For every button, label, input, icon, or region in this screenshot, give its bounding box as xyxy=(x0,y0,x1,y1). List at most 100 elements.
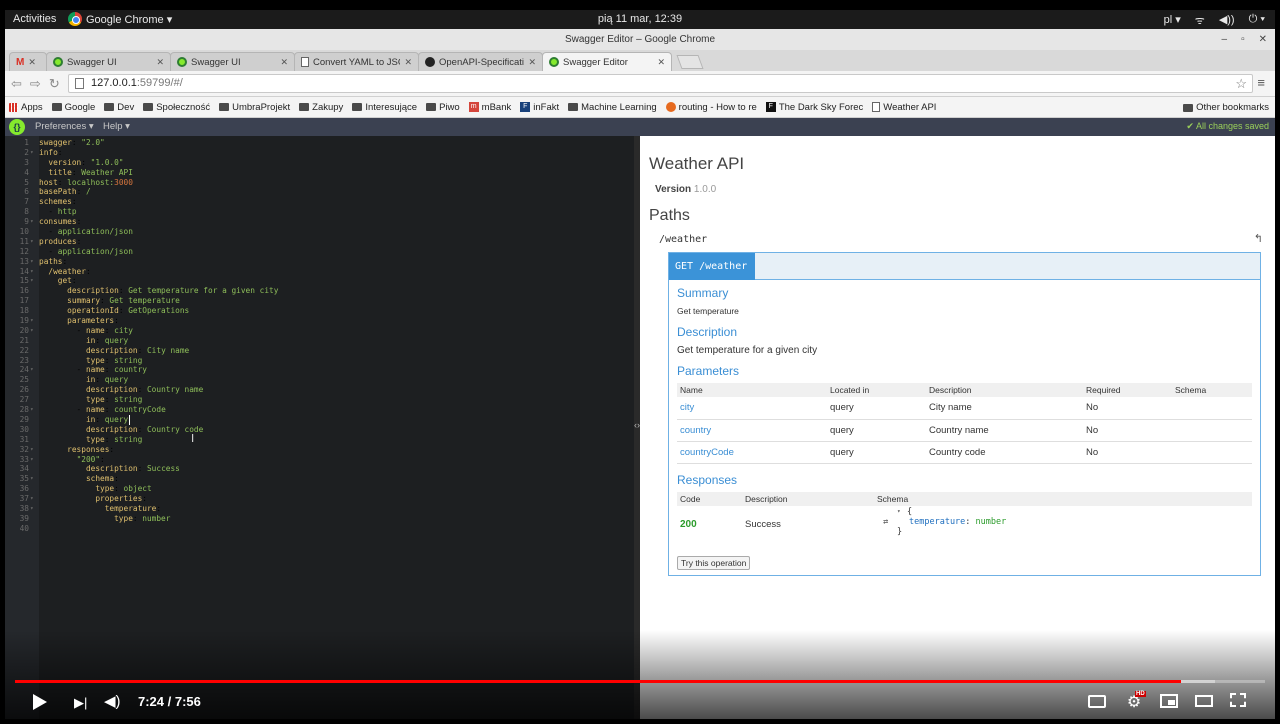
miniplayer-icon[interactable] xyxy=(1160,694,1178,708)
minimize-button[interactable]: – xyxy=(1222,29,1228,50)
editor-line[interactable]: 33 ▾ "200": xyxy=(5,455,634,465)
fold-toggle-icon[interactable]: ▾ xyxy=(30,217,34,227)
close-tab-icon[interactable]: ✕ xyxy=(657,57,665,68)
help-menu[interactable]: Help ▾ xyxy=(103,121,130,132)
next-icon[interactable]: ▶| xyxy=(74,695,87,711)
activities-button[interactable]: Activities xyxy=(13,13,56,25)
editor-line[interactable]: 16 description: Get temperature for a gi… xyxy=(5,286,634,296)
editor-line[interactable]: 25 in: query xyxy=(5,375,634,385)
editor-line[interactable]: 24 ▾ - name: country xyxy=(5,365,634,375)
editor-line[interactable]: 39 type: number xyxy=(5,514,634,524)
editor-line[interactable]: 2 ▾ info: xyxy=(5,148,634,158)
editor-line[interactable]: 5 host: localhost:3000 xyxy=(5,178,634,188)
editor-line[interactable]: 19 ▾ parameters: xyxy=(5,316,634,326)
editor-line[interactable]: 1 swagger: "2.0" xyxy=(5,138,634,148)
editor-line[interactable]: 36 type: object xyxy=(5,484,634,494)
fold-toggle-icon[interactable]: ▾ xyxy=(30,276,34,286)
editor-line[interactable]: 8 - http xyxy=(5,207,634,217)
get-weather-badge[interactable]: GET /weather xyxy=(669,253,755,280)
operation-header[interactable]: GET /weather xyxy=(669,253,1260,280)
fold-toggle-icon[interactable]: ▾ xyxy=(30,494,34,504)
fold-toggle-icon[interactable]: ▾ xyxy=(30,504,34,514)
close-tab-icon[interactable]: ✕ xyxy=(280,57,288,68)
app-menu[interactable]: Google Chrome ▾ xyxy=(68,12,172,26)
bookmark-routing[interactable]: routing - How to re xyxy=(665,102,757,113)
editor-line[interactable]: 14 ▾ /weather: xyxy=(5,267,634,277)
fold-toggle-icon[interactable]: ▾ xyxy=(30,326,34,336)
editor-line[interactable]: 21 in: query xyxy=(5,336,634,346)
editor-line[interactable]: 6 basePath: / xyxy=(5,187,634,197)
bookmark-interesujace[interactable]: Interesujące xyxy=(352,102,417,113)
editor-line[interactable]: 40 xyxy=(5,524,634,534)
bookmark-dev[interactable]: Dev xyxy=(104,102,134,113)
editor-line[interactable]: 15 ▾ get: xyxy=(5,276,634,286)
editor-line[interactable]: 17 summary: Get temperature xyxy=(5,296,634,306)
url-input[interactable]: 127.0.0.1:59799/#/ xyxy=(68,74,1253,93)
play-icon[interactable] xyxy=(33,694,47,710)
fold-toggle-icon[interactable]: ▾ xyxy=(30,257,34,267)
editor-line[interactable]: 12 - application/json xyxy=(5,247,634,257)
fold-toggle-icon[interactable]: ▾ xyxy=(30,316,34,326)
param-name-link[interactable]: countryCode xyxy=(680,447,734,458)
editor-line[interactable]: 3 version: "1.0.0" xyxy=(5,158,634,168)
bookmark-piwo[interactable]: Piwo xyxy=(426,102,460,113)
editor-line[interactable]: 4 title: Weather API xyxy=(5,168,634,178)
tab-convert-yaml[interactable]: Convert YAML to JSON ✕ xyxy=(294,52,419,71)
editor-line[interactable]: 13 ▾ paths: xyxy=(5,257,634,267)
editor-line[interactable]: 26 description: Country name xyxy=(5,385,634,395)
preferences-menu[interactable]: Preferences ▾ xyxy=(35,121,94,132)
bookmark-spolecznosc[interactable]: Społeczność xyxy=(143,102,210,113)
editor-line[interactable]: 38 ▾ temperature: xyxy=(5,504,634,514)
close-tab-icon[interactable]: ✕ xyxy=(28,57,36,68)
bookmark-dark-sky[interactable]: F The Dark Sky Forec xyxy=(765,102,863,113)
switch-view-icon[interactable]: ⇄ xyxy=(883,518,888,527)
tab-gmail[interactable]: M ✕ xyxy=(9,52,47,71)
fold-toggle-icon[interactable]: ▾ xyxy=(30,148,34,158)
bookmark-weather-api[interactable]: Weather API xyxy=(872,102,936,113)
other-bookmarks[interactable]: Other bookmarks xyxy=(1183,102,1269,113)
fold-toggle-icon[interactable]: ▾ xyxy=(30,267,34,277)
tab-swagger-editor[interactable]: Swagger Editor ✕ xyxy=(542,52,672,71)
param-name-link[interactable]: country xyxy=(680,425,711,436)
editor-line[interactable]: 18 operationId: GetOperations xyxy=(5,306,634,316)
editor-line[interactable]: 10 - application/json xyxy=(5,227,634,237)
fold-toggle-icon[interactable]: ▾ xyxy=(30,405,34,415)
fold-toggle-icon[interactable]: ▾ xyxy=(30,445,34,455)
path-name[interactable]: /weather xyxy=(659,234,707,245)
bookmark-apps[interactable]: Apps xyxy=(9,102,43,113)
close-tab-icon[interactable]: ✕ xyxy=(528,57,536,68)
menu-icon[interactable]: ≡ xyxy=(1257,75,1265,90)
subtitles-icon[interactable] xyxy=(1088,695,1106,708)
reload-icon[interactable]: ↻ xyxy=(49,76,60,92)
forward-icon[interactable]: ⇨ xyxy=(30,76,41,92)
editor-line[interactable]: 32 ▾ responses: xyxy=(5,445,634,455)
editor-line[interactable]: 31 type: string xyxy=(5,435,634,445)
fold-toggle-icon[interactable]: ▾ xyxy=(30,237,34,247)
tab-openapi-spec[interactable]: OpenAPI-Specification/✕ xyxy=(418,52,543,71)
tab-swagger-ui-2[interactable]: Swagger UI ✕ xyxy=(170,52,295,71)
editor-line[interactable]: 34 description: Success xyxy=(5,464,634,474)
fold-toggle-icon[interactable]: ▾ xyxy=(30,455,34,465)
editor-line[interactable]: 23 type: string xyxy=(5,356,634,366)
maximize-button[interactable]: ▫ xyxy=(1241,29,1245,50)
fullscreen-icon[interactable] xyxy=(1230,693,1246,707)
close-window-button[interactable]: ✕ xyxy=(1259,29,1267,50)
editor-line[interactable]: 30 description: Country code xyxy=(5,425,634,435)
editor-line[interactable]: 22 description: City name xyxy=(5,346,634,356)
editor-line[interactable]: 28 ▾ - name: countryCode xyxy=(5,405,634,415)
expand-triangle-icon[interactable]: ▾ xyxy=(897,507,901,516)
fold-toggle-icon[interactable]: ▾ xyxy=(30,365,34,375)
volume-icon[interactable]: ◀) xyxy=(104,692,121,710)
editor-line[interactable]: 27 type: string xyxy=(5,395,634,405)
editor-line[interactable]: 37 ▾ properties: xyxy=(5,494,634,504)
close-tab-icon[interactable]: ✕ xyxy=(156,57,164,68)
bookmark-infakt[interactable]: FinFakt xyxy=(520,102,559,113)
star-icon[interactable]: ☆ xyxy=(1235,76,1247,92)
theater-mode-icon[interactable] xyxy=(1195,695,1213,707)
system-tray[interactable]: pl ▾ ᯤ ◀)) ⏻ ▾ xyxy=(1164,13,1265,28)
new-tab-button[interactable] xyxy=(676,55,704,69)
lang-indicator[interactable]: pl ▾ xyxy=(1164,13,1181,28)
editor-line[interactable]: 11 ▾ produces: xyxy=(5,237,634,247)
editor-line[interactable]: 29 in: query xyxy=(5,415,634,425)
bookmark-mbank[interactable]: m mBank xyxy=(468,102,511,113)
